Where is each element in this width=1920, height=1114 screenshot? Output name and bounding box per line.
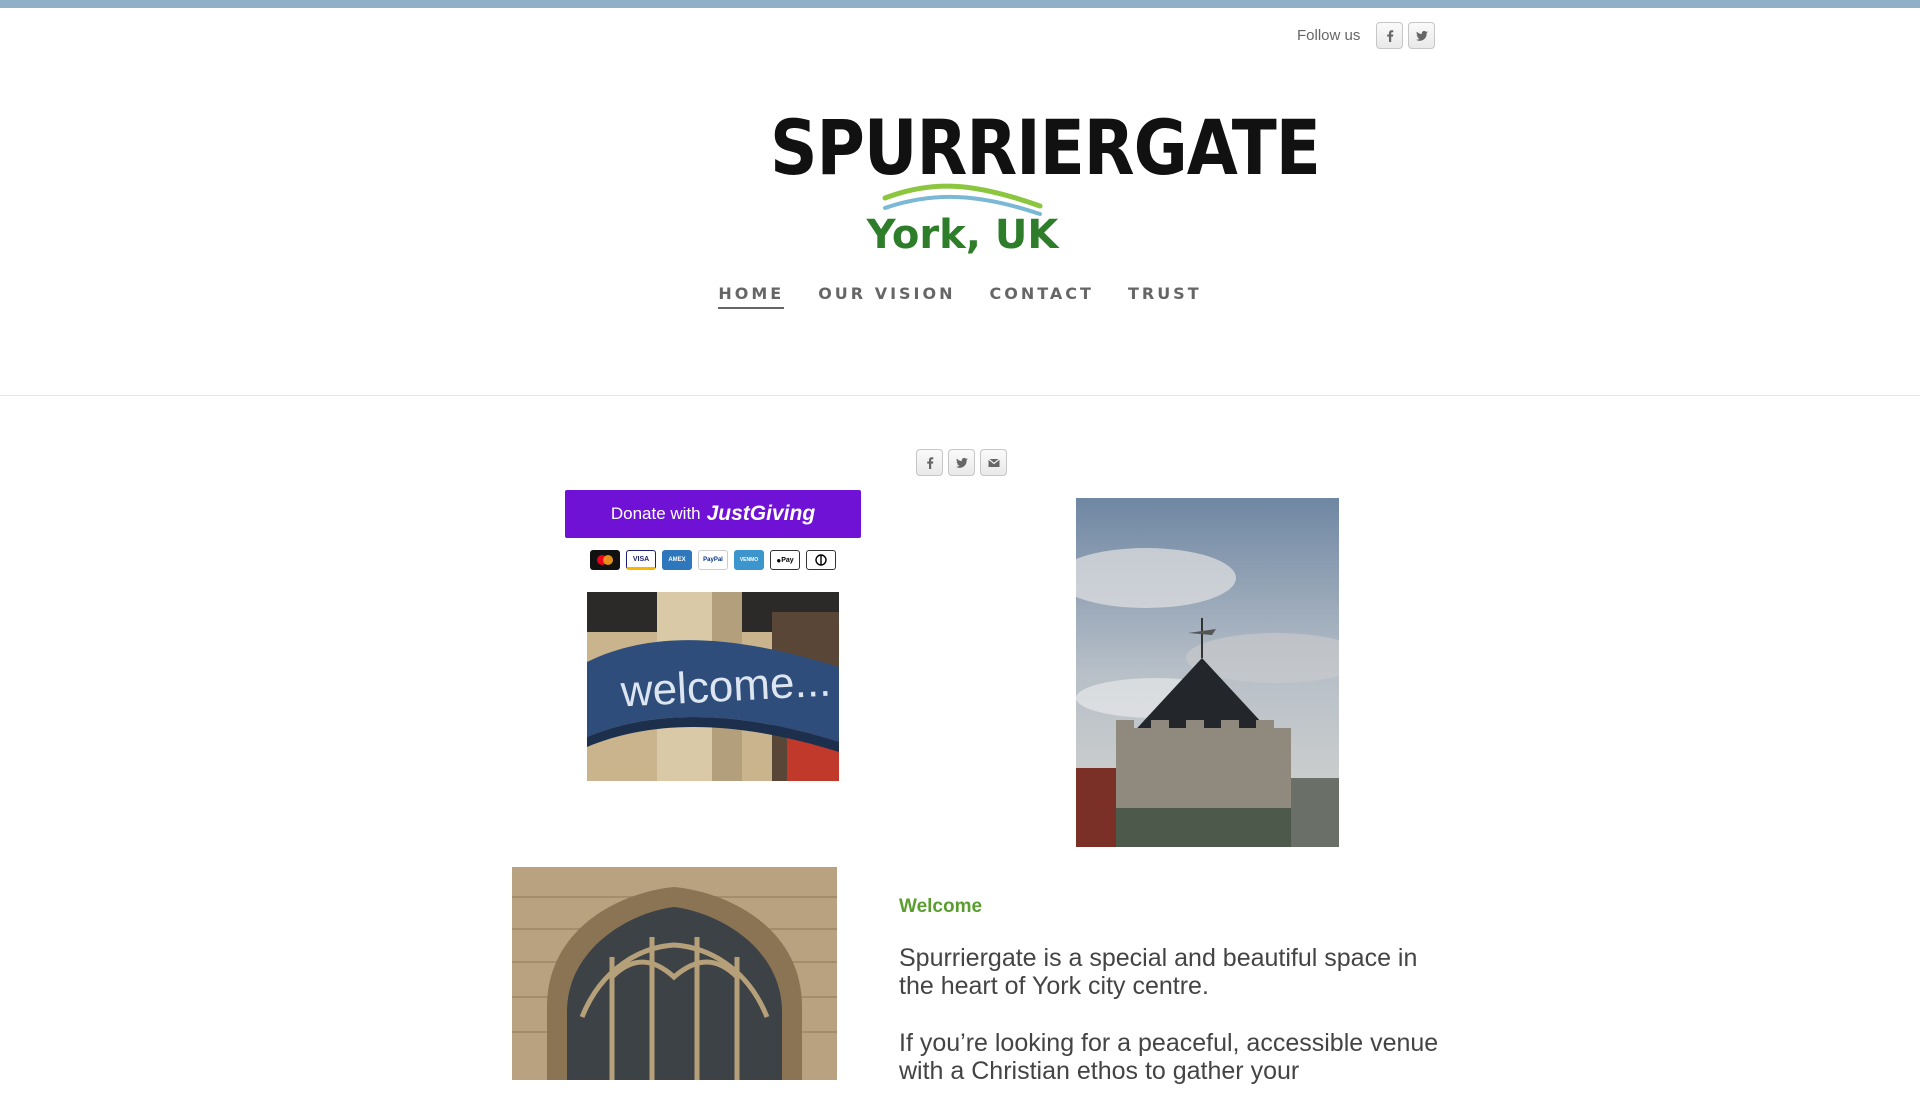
donate-prefix: Donate with	[610, 504, 701, 523]
share-facebook-button[interactable]	[916, 449, 943, 476]
facebook-follow-button[interactable]	[1376, 22, 1404, 49]
nav-contact[interactable]: CONTACT	[990, 284, 1094, 309]
intro-paragraph: Spurriergate is a special and beautiful …	[899, 944, 1418, 1000]
logo-waves	[882, 183, 1043, 216]
venmo-icon: VENMO	[734, 550, 764, 570]
follow-us-bar: Follow us	[1297, 22, 1440, 49]
share-email-button[interactable]	[980, 449, 1007, 476]
facebook-icon	[1387, 29, 1394, 42]
share-bar	[916, 449, 1012, 476]
follow-us-label: Follow us	[1297, 27, 1361, 44]
donate-justgiving-button[interactable]: Donate with JustGiving	[565, 490, 861, 538]
church-tower-photo	[1076, 498, 1339, 847]
welcome-heading: Welcome	[899, 896, 983, 917]
apple-pay-icon: ● Pay	[770, 550, 800, 570]
venue-paragraph: If you’re looking for a peaceful, access…	[899, 1029, 1439, 1085]
top-accent-strip	[0, 0, 1920, 8]
paypal-icon: PayPal	[698, 550, 728, 570]
share-twitter-button[interactable]	[948, 449, 975, 476]
facebook-icon	[926, 456, 933, 469]
nav-our-vision[interactable]: OUR VISION	[818, 284, 955, 309]
diners-club-icon	[806, 550, 836, 570]
email-icon	[987, 458, 1000, 467]
twitter-follow-button[interactable]	[1408, 22, 1436, 49]
twitter-icon	[955, 457, 968, 468]
amex-icon: AMEX	[662, 550, 692, 570]
site-logo[interactable]: SPURRIERGATE York, UK	[770, 104, 1321, 270]
header-divider	[0, 395, 1920, 396]
logo-subtitle: York, UK	[866, 212, 1059, 258]
welcome-sign-photo: welcome...	[587, 592, 839, 781]
nav-trust[interactable]: TRUST	[1128, 284, 1202, 309]
payment-methods: VISA AMEX PayPal VENMO ● Pay	[590, 550, 842, 570]
main-nav: HOME OUR VISION CONTACT TRUST	[0, 284, 1920, 309]
welcome-section: Welcome Spurriergate is a special and be…	[899, 896, 1459, 1114]
nav-home[interactable]: HOME	[718, 284, 785, 309]
mastercard-icon	[590, 550, 620, 570]
twitter-icon	[1415, 30, 1428, 41]
apple-pay-label: Pay	[781, 556, 794, 564]
gothic-window-photo	[512, 867, 837, 1080]
justgiving-brand: JustGiving	[706, 502, 816, 525]
visa-icon: VISA	[626, 550, 656, 570]
